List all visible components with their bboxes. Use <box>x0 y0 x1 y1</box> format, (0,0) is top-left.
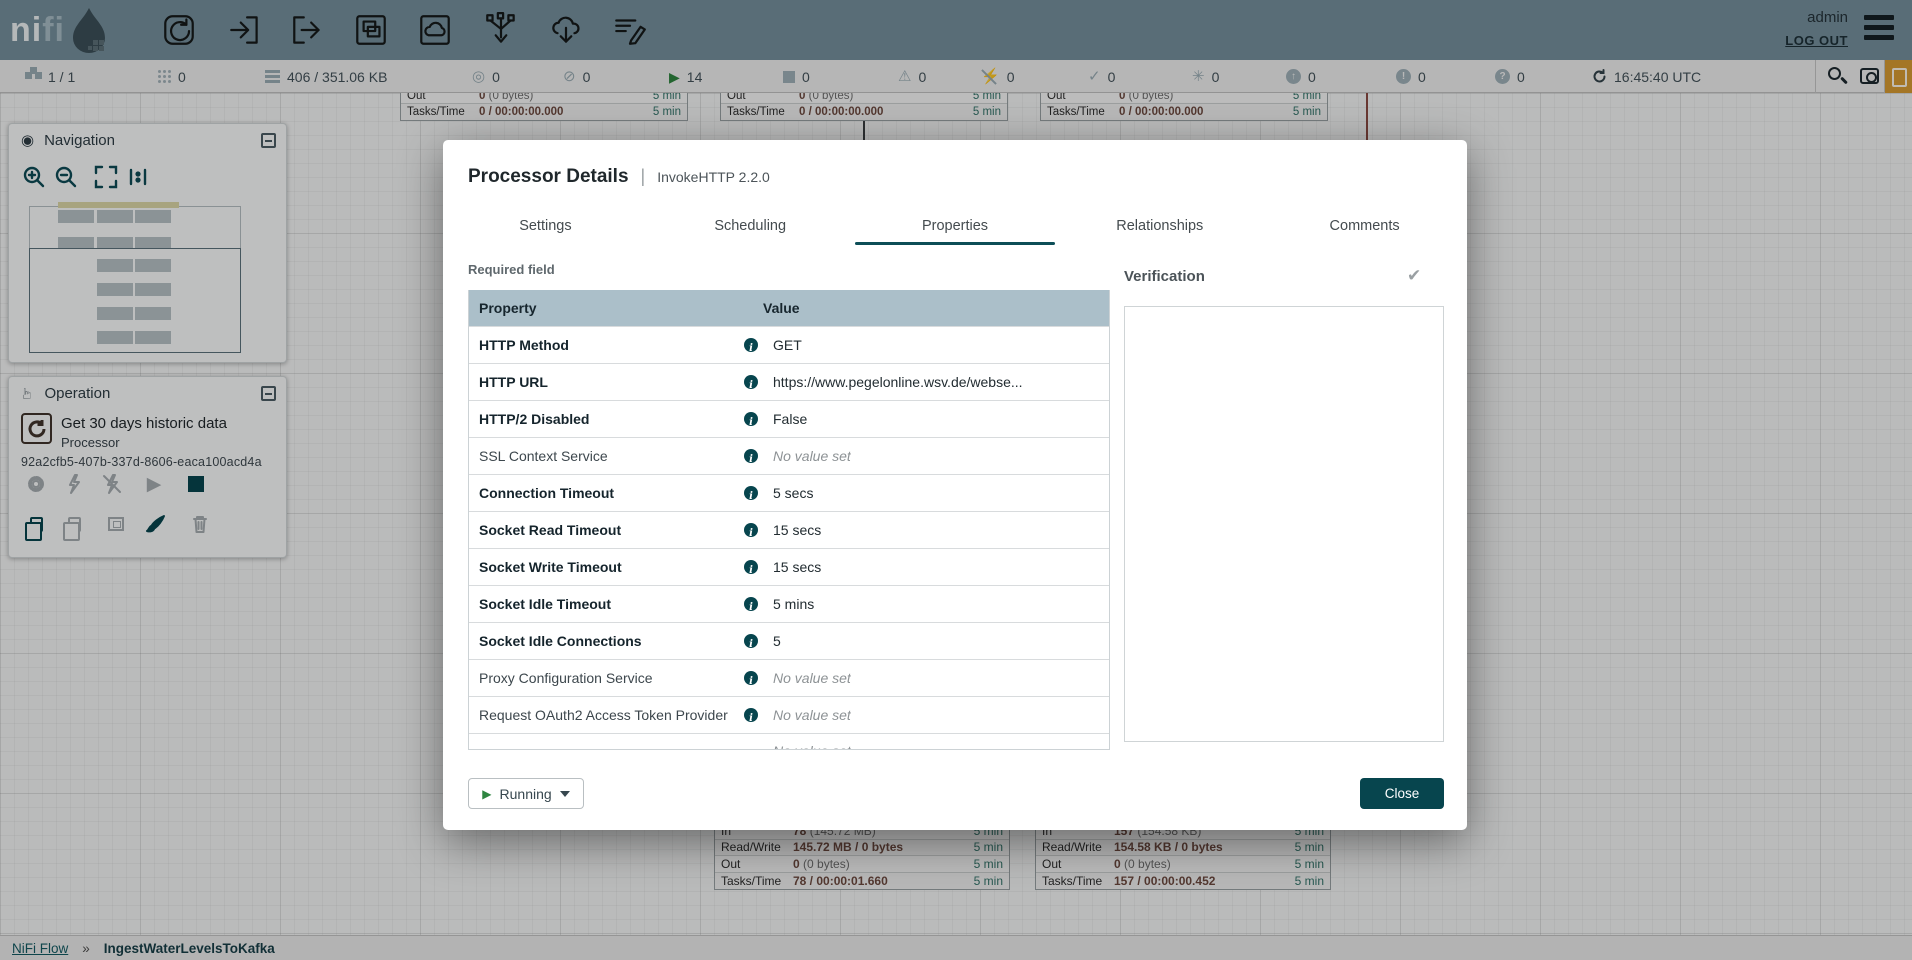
tab-settings[interactable]: Settings <box>443 212 648 245</box>
info-icon[interactable] <box>744 375 758 389</box>
title-separator: | <box>641 166 646 187</box>
properties-table-header: Property Value <box>469 290 1109 326</box>
property-row: Socket Idle Timeout5 mins <box>469 585 1109 622</box>
info-icon[interactable] <box>744 412 758 426</box>
property-row: Proxy Configuration ServiceNo value set <box>469 659 1109 696</box>
processor-details-dialog: Processor Details | InvokeHTTP 2.2.0 Set… <box>443 140 1467 830</box>
dialog-tabs: Settings Scheduling Properties Relations… <box>443 212 1467 245</box>
property-row: Socket Idle Connections5 <box>469 622 1109 659</box>
column-value: Value <box>763 300 800 316</box>
column-property: Property <box>469 300 763 316</box>
info-icon[interactable] <box>744 671 758 685</box>
property-row: Socket Read Timeout15 secs <box>469 511 1109 548</box>
property-row: Request OAuth2 Access Token ProviderNo v… <box>469 696 1109 733</box>
dialog-title-text: Processor Details <box>468 166 629 188</box>
tab-comments[interactable]: Comments <box>1262 212 1467 245</box>
tab-scheduling[interactable]: Scheduling <box>648 212 853 245</box>
properties-table: Property Value HTTP MethodGET HTTP URLht… <box>468 290 1110 750</box>
property-row: Connection Timeout5 secs <box>469 474 1109 511</box>
info-icon[interactable] <box>744 597 758 611</box>
dialog-title: Processor Details | InvokeHTTP 2.2.0 <box>468 166 770 188</box>
property-row: SSL Context ServiceNo value set <box>469 437 1109 474</box>
running-state-icon: ▶ <box>482 787 491 801</box>
verification-title: Verification <box>1124 268 1205 285</box>
processor-type-version: InvokeHTTP 2.2.0 <box>657 169 770 185</box>
info-icon[interactable] <box>744 523 758 537</box>
info-icon[interactable] <box>744 560 758 574</box>
property-row: HTTP MethodGET <box>469 326 1109 363</box>
info-icon[interactable] <box>744 338 758 352</box>
tab-relationships[interactable]: Relationships <box>1057 212 1262 245</box>
chevron-down-icon <box>560 791 570 797</box>
info-icon[interactable] <box>744 449 758 463</box>
verify-check-icon[interactable]: ✔ <box>1407 266 1421 286</box>
info-icon[interactable] <box>744 708 758 722</box>
property-row-partial: No value set <box>469 733 1109 749</box>
tab-properties[interactable]: Properties <box>853 212 1058 245</box>
close-button[interactable]: Close <box>1360 778 1444 809</box>
property-row: HTTP/2 DisabledFalse <box>469 400 1109 437</box>
property-row: HTTP URLhttps://www.pegelonline.wsv.de/w… <box>469 363 1109 400</box>
property-row: Socket Write Timeout15 secs <box>469 548 1109 585</box>
info-icon[interactable] <box>744 634 758 648</box>
run-state-label: Running <box>500 786 552 802</box>
info-icon[interactable] <box>744 486 758 500</box>
verification-results-box <box>1124 306 1444 742</box>
run-state-button[interactable]: ▶ Running <box>468 778 584 809</box>
required-field-label: Required field <box>468 262 555 277</box>
nifi-app: nifi <box>0 0 1912 960</box>
